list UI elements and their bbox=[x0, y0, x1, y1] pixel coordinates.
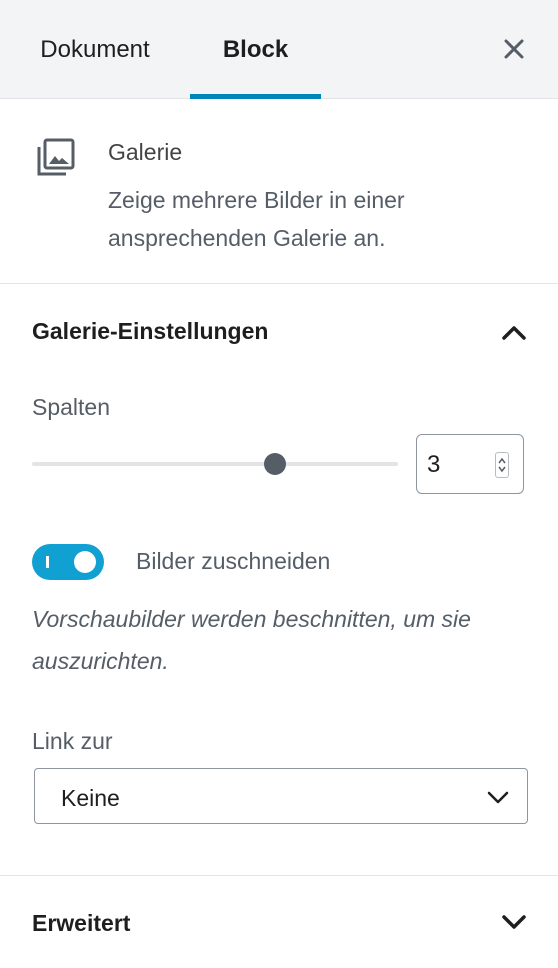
columns-number-input[interactable]: 3 bbox=[416, 434, 524, 494]
block-title: Galerie bbox=[108, 139, 183, 165]
crop-images-help: Vorschaubilder werden beschnitten, um si… bbox=[32, 606, 471, 674]
tab-block-label: Block bbox=[222, 35, 289, 63]
tab-document[interactable]: Dokument bbox=[12, 0, 178, 99]
columns-value: 3 bbox=[427, 451, 441, 478]
columns-slider-track[interactable] bbox=[32, 462, 398, 466]
columns-label: Spalten bbox=[32, 394, 111, 420]
close-icon bbox=[504, 39, 524, 59]
close-button[interactable] bbox=[494, 29, 534, 69]
gallery-icon bbox=[37, 138, 75, 176]
block-card: Galerie Zeige mehrere Bilder in einer an… bbox=[0, 99, 558, 284]
toggle-knob bbox=[74, 551, 96, 573]
link-to-label: Link zur bbox=[32, 728, 113, 754]
tab-document-label: Dokument bbox=[40, 35, 150, 63]
columns-stepper[interactable] bbox=[495, 452, 509, 478]
block-description: Zeige mehrere Bilder in einer ansprechen… bbox=[108, 187, 405, 251]
chevron-down-icon bbox=[502, 915, 526, 929]
link-to-selected-value: Keine bbox=[61, 785, 120, 811]
advanced-panel-toggle[interactable]: Erweitert bbox=[0, 875, 558, 968]
sidebar-header: Dokument Block bbox=[0, 0, 558, 99]
stepper-arrows-icon bbox=[498, 457, 506, 473]
columns-slider-thumb[interactable] bbox=[264, 453, 286, 475]
link-to-select[interactable]: Keine bbox=[34, 768, 528, 824]
crop-images-label: Bilder zuschneiden bbox=[136, 548, 331, 574]
crop-images-toggle[interactable] bbox=[32, 544, 104, 580]
tab-block[interactable]: Block bbox=[190, 0, 321, 99]
advanced-title: Erweitert bbox=[32, 910, 131, 936]
gallery-settings-panel-toggle[interactable]: Galerie-Einstellungen bbox=[0, 284, 558, 378]
chevron-down-icon bbox=[487, 791, 509, 804]
gallery-settings-title: Galerie-Einstellungen bbox=[32, 318, 269, 344]
toggle-on-indicator bbox=[46, 556, 49, 568]
chevron-up-icon bbox=[502, 326, 526, 340]
